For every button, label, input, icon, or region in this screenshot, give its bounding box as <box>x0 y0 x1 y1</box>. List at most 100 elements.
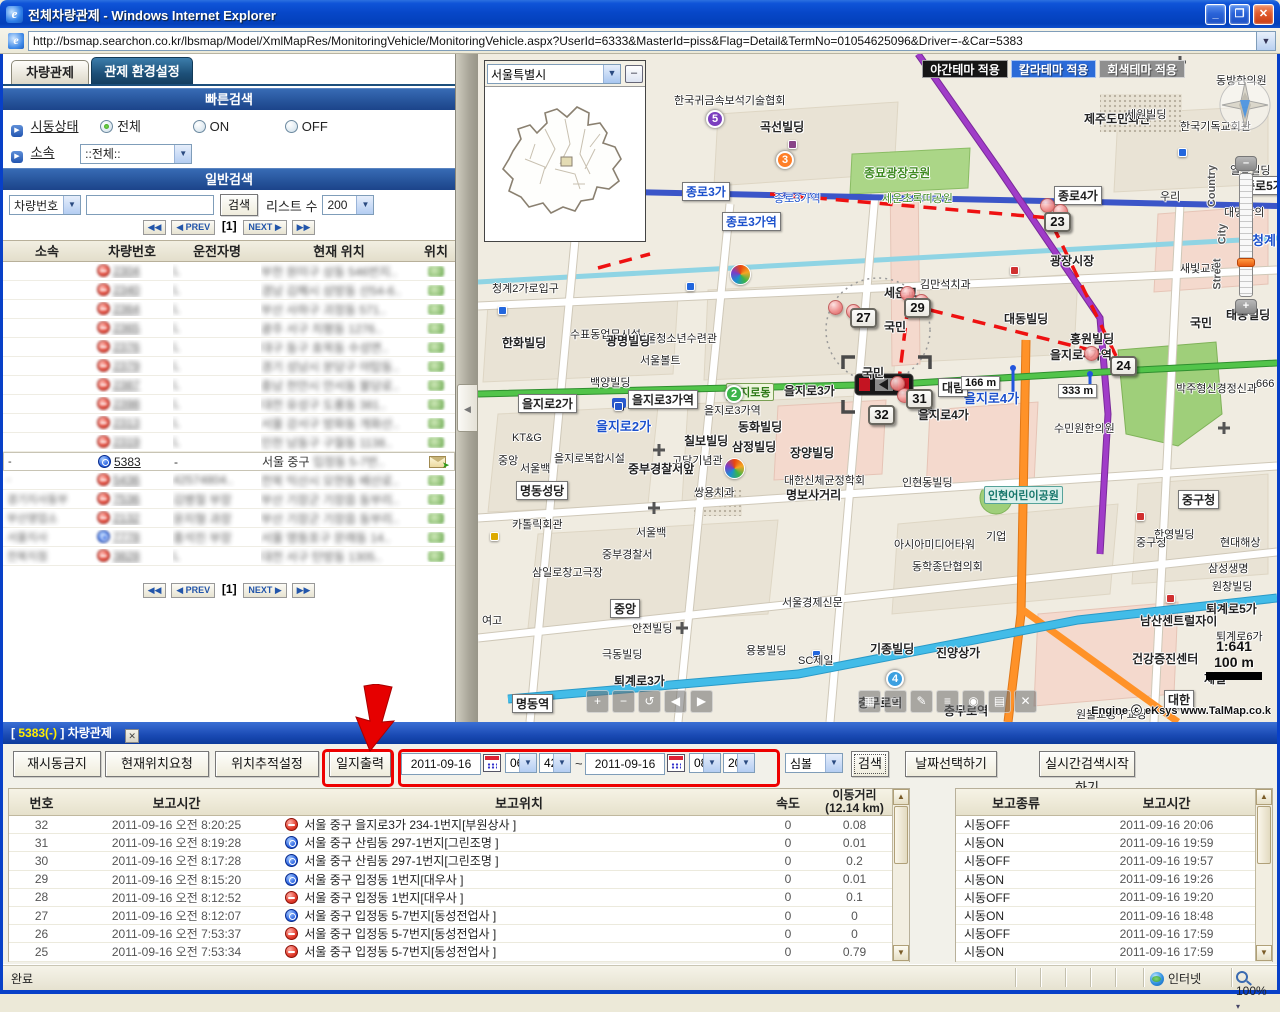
vehicle-number-link[interactable]: 2379 <box>113 359 140 373</box>
vehicle-row[interactable]: 2398L대전 유성구 도룡동 381.. <box>3 395 455 414</box>
vehicle-row[interactable]: 2313L서울 강서구 방화동 개화산.. <box>3 414 455 433</box>
detail-search-button[interactable]: 검색 <box>851 751 889 777</box>
map-tool-zoom-in-button[interactable]: + <box>586 690 609 713</box>
report-row[interactable]: 282011-09-16 오전 8:12:52 서울 중구 입정동 1번지[대우… <box>9 889 909 907</box>
date-pick-button[interactable]: 날짜선택하기 <box>905 751 997 777</box>
vehicle-number-link[interactable]: 2304 <box>113 264 140 278</box>
page-prev-button[interactable]: ◀ PREV <box>171 583 215 598</box>
map-tool-pan-right-button[interactable]: ▶ <box>690 690 713 713</box>
report-row[interactable]: 302011-09-16 오전 8:17:28 서울 중구 산림동 297-1번… <box>9 852 909 870</box>
zoom-out-button[interactable]: – <box>1235 156 1257 171</box>
scroll-thumb[interactable] <box>894 806 908 864</box>
map-tool-print-button[interactable]: ▤ <box>988 690 1011 713</box>
search-field-select[interactable]: 차량번호▼ <box>9 195 81 215</box>
event-row[interactable]: 시동ON2011-09-16 19:26 <box>956 871 1272 889</box>
map-tool-zoom-out-button[interactable]: − <box>612 690 635 713</box>
page-first-button[interactable]: ◀◀ <box>143 220 167 235</box>
event-row[interactable]: 시동OFF2011-09-16 19:20 <box>956 889 1272 907</box>
vehicle-row[interactable]: 서울지사7778홍석진 부장서울 영등포구 문래동 14.. <box>3 528 455 547</box>
map-tool-pan-left-button[interactable]: ◀ <box>664 690 687 713</box>
url-input[interactable]: http://bsmap.searchon.co.kr/lbsmap/Model… <box>28 31 1257 51</box>
vehicle-number-link[interactable]: 2398 <box>113 397 140 411</box>
radio-all[interactable]: 전체 <box>100 119 141 134</box>
vehicle-row[interactable]: 2387L충남 천안시 안서동 불당로.. <box>3 376 455 395</box>
event-row[interactable]: 시동OFF2011-09-16 19:57 <box>956 852 1272 870</box>
map-zoom-slider[interactable]: – + Country City Street <box>1235 156 1259 316</box>
gray-theme-button[interactable]: 회색테마 적용 <box>1099 60 1185 78</box>
scroll-down-icon[interactable]: ▼ <box>893 945 909 961</box>
zoom-track[interactable] <box>1239 173 1253 297</box>
route-point-balloon-icon[interactable] <box>1084 346 1099 361</box>
event-row[interactable]: 시동OFF2011-09-16 20:06 <box>956 816 1272 834</box>
report-row[interactable]: 262011-09-16 오전 7:53:37 서울 중구 입정동 5-7번지[… <box>9 925 909 943</box>
collapse-handle[interactable]: ◀ <box>457 384 478 432</box>
engine-state-label[interactable]: 시동상태 <box>31 119 79 134</box>
report-row[interactable]: 252011-09-16 오전 7:53:34 서울 중구 입정동 5-7번지[… <box>9 943 909 961</box>
event-row[interactable]: 시동ON2011-09-16 19:59 <box>956 834 1272 852</box>
report-row[interactable]: 272011-09-16 오전 8:12:07 서울 중구 입정동 5-7번지[… <box>9 907 909 925</box>
vehicle-row[interactable]: -5383-서울 중구 입정동 5-7번.. <box>3 452 455 471</box>
tab-environment-settings[interactable]: 관제 환경설정 <box>91 57 193 84</box>
panel-splitter[interactable]: ◀ <box>455 54 478 722</box>
url-dropdown-button[interactable]: ▼ <box>1257 31 1276 51</box>
minimize-button[interactable]: _ <box>1205 4 1226 25</box>
send-location-icon[interactable] <box>429 456 446 468</box>
page-last-button[interactable]: ▶▶ <box>292 583 316 598</box>
search-button[interactable]: 검색 <box>220 194 258 216</box>
route-marker-27[interactable]: 27 <box>850 308 877 328</box>
radio-on[interactable]: ON <box>193 119 230 134</box>
vehicle-row[interactable]: 2340L경남 김해시 삼방동 산54-6.. <box>3 281 455 300</box>
zoom-pane[interactable]: 100% ▾ <box>1231 968 1277 987</box>
vehicle-number-link[interactable]: 5383 <box>114 455 141 469</box>
vehicle-number-link[interactable]: 7778 <box>113 530 140 544</box>
page-next-button[interactable]: NEXT ▶ <box>243 583 286 598</box>
search-input[interactable] <box>86 195 214 215</box>
zoom-in-button[interactable]: + <box>1235 299 1257 314</box>
report-row[interactable]: 312011-09-16 오전 8:19:28 서울 중구 산림동 297-1번… <box>9 834 909 852</box>
vehicle-row[interactable]: 2319L인천 남동구 구월동 1138.. <box>3 433 455 452</box>
map-canvas[interactable]: 한국귀금속보석기술협회곡선빌딩종묘광장공원세운초록띠공원종로3가종로3가역종로3… <box>478 54 1277 722</box>
route-point-balloon-icon[interactable] <box>828 300 843 315</box>
event-row[interactable]: 시동ON2011-09-16 17:59 <box>956 943 1272 961</box>
minimap-minimize-button[interactable]: – <box>625 65 643 83</box>
vehicle-number-link[interactable]: 2376 <box>113 340 140 354</box>
overview-minimap[interactable]: 서울특별시▼ – <box>484 60 646 242</box>
vehicle-row[interactable]: 부산영업소2132윤지형 과장부산 기장군 기장읍 동부리.. <box>3 509 455 528</box>
event-row[interactable]: 시동OFF2011-09-16 17:59 <box>956 925 1272 943</box>
detail-panel-close-button[interactable]: ✕ <box>125 729 139 743</box>
vehicle-number-link[interactable]: 3828 <box>113 549 140 563</box>
event-row[interactable]: 시동ON2011-09-16 18:48 <box>956 907 1272 925</box>
vehicle-row[interactable]: 2304L부천 원미구 상동 546번지.. <box>3 262 455 281</box>
vehicle-row[interactable]: 2376L대구 동구 효목동 수성면.. <box>3 338 455 357</box>
page-first-button[interactable]: ◀◀ <box>143 583 167 598</box>
page-last-button[interactable]: ▶▶ <box>292 220 316 235</box>
vehicle-number-link[interactable]: 7536 <box>113 492 140 506</box>
vehicle-row[interactable]: 2379L경기 성남시 분당구 야탑동.. <box>3 357 455 376</box>
report-row[interactable]: 322011-09-16 오전 8:20:25 서울 중구 을지로3가 234-… <box>9 816 909 834</box>
map-tool-close-tools-button[interactable]: ✕ <box>1014 690 1037 713</box>
scroll-down-icon[interactable]: ▼ <box>1256 945 1272 961</box>
vehicle-number-link[interactable]: 2365 <box>113 321 140 335</box>
maximize-button[interactable]: ❐ <box>1229 4 1250 25</box>
route-marker-29[interactable]: 29 <box>904 298 931 318</box>
vehicle-row[interactable]: -543642574804..전북 익산시 모현동 배산로.. <box>3 471 455 490</box>
report-table-scrollbar[interactable]: ▲ ▼ <box>892 789 909 961</box>
route-marker-23[interactable]: 23 <box>1044 212 1071 232</box>
vehicle-row[interactable]: 2364L부산 사하구 괴정동 571.. <box>3 300 455 319</box>
vehicle-number-link[interactable]: 2132 <box>113 511 140 525</box>
map-tool-layers-button[interactable]: ≡ <box>936 690 959 713</box>
night-theme-button[interactable]: 야간테마 적용 <box>922 60 1008 78</box>
vehicle-number-link[interactable]: 2340 <box>113 283 140 297</box>
map-tool-rotate-button[interactable]: ↺ <box>638 690 661 713</box>
scroll-up-icon[interactable]: ▲ <box>893 789 909 805</box>
zoom-handle[interactable] <box>1237 258 1255 267</box>
scroll-up-icon[interactable]: ▲ <box>1256 789 1272 805</box>
report-row[interactable]: 292011-09-16 오전 8:15:20 서울 중구 입정동 1번지[대우… <box>9 871 909 889</box>
vehicle-number-link[interactable]: 2313 <box>113 416 140 430</box>
route-marker-24[interactable]: 24 <box>1110 356 1137 376</box>
vehicle-row[interactable]: 경기지사동부7536김병철 부장부산 기장군 기장읍 동부리.. <box>3 490 455 509</box>
tracking-settings-button[interactable]: 위치추적설정 <box>215 751 319 777</box>
map-tool-select-area-button[interactable]: ▦ <box>858 690 881 713</box>
route-marker-32[interactable]: 32 <box>868 405 895 425</box>
page-next-button[interactable]: NEXT ▶ <box>243 220 286 235</box>
